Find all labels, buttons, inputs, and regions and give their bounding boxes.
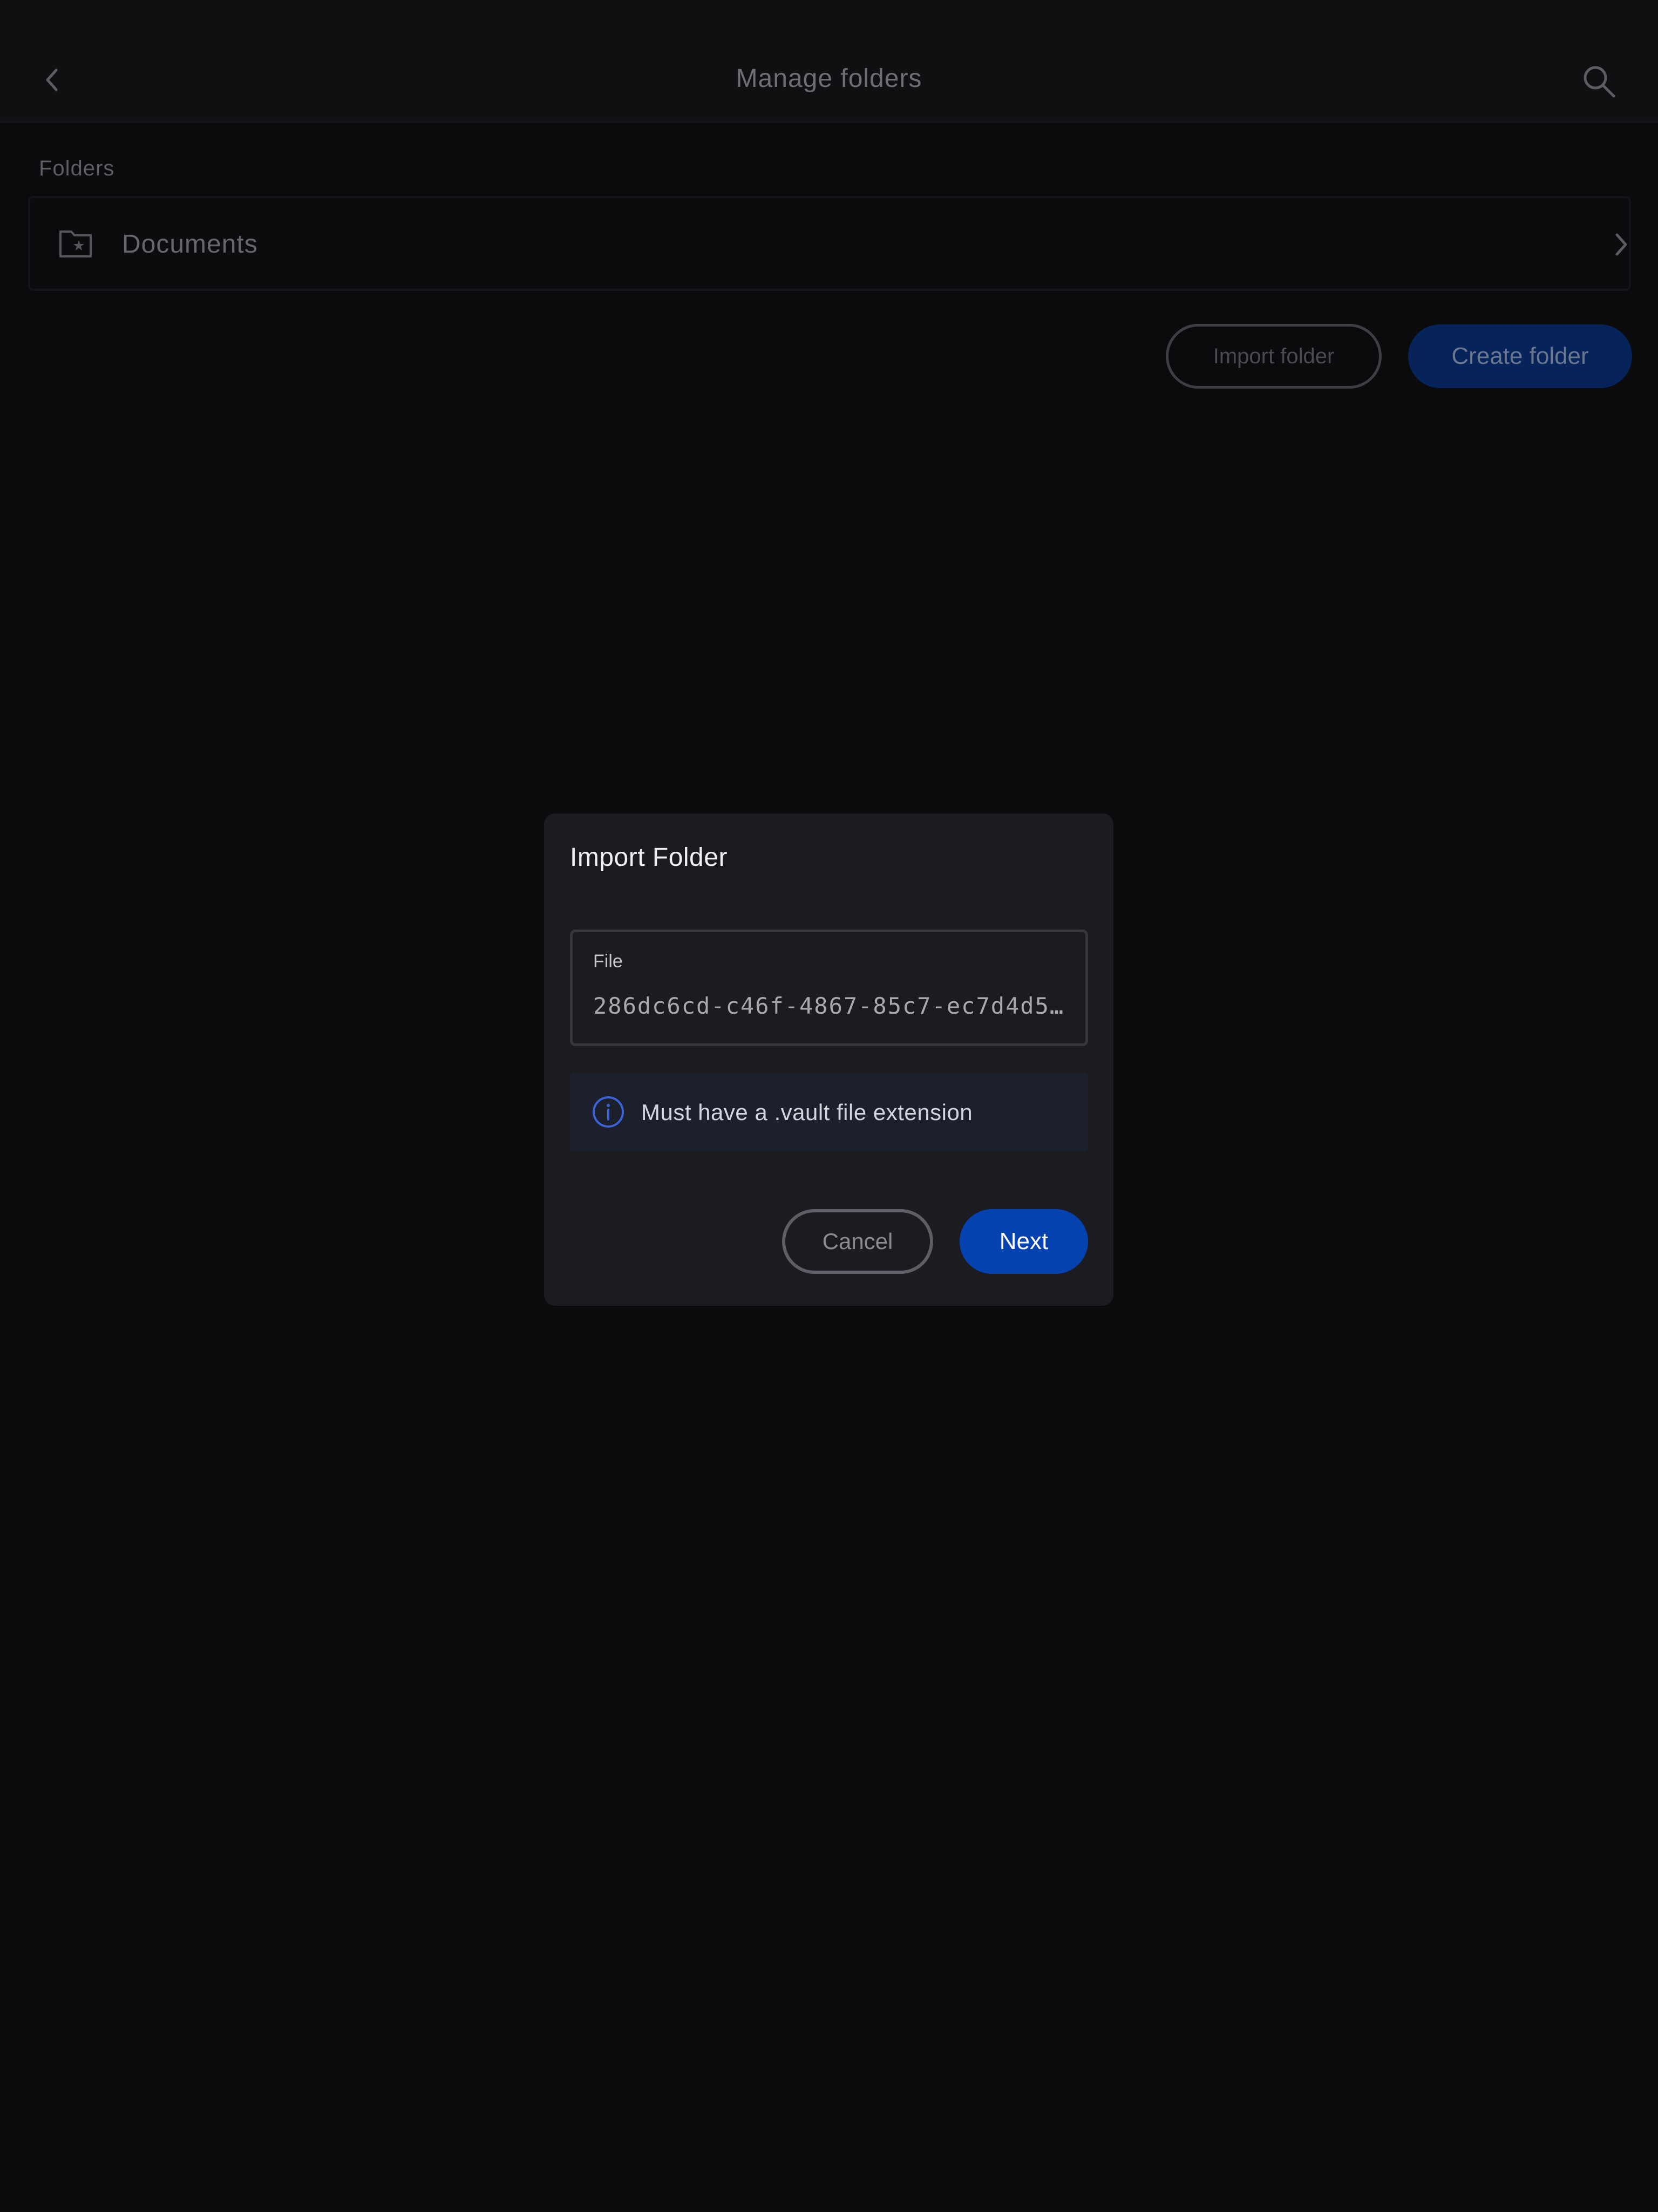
file-field-value: 286dc6cd-c46f-4867-85c7-ec7d4d56… (593, 993, 1068, 1019)
chevron-right-icon (1615, 233, 1627, 256)
folder-star-icon (59, 230, 92, 257)
next-button[interactable]: Next (960, 1209, 1088, 1274)
create-folder-button[interactable]: Create folder (1408, 324, 1632, 388)
app-root: Manage folders Folders Documents Import … (0, 0, 1658, 2212)
file-picker-field[interactable]: File 286dc6cd-c46f-4867-85c7-ec7d4d56… (570, 929, 1088, 1046)
file-field-label: File (593, 951, 623, 972)
dialog-title: Import Folder (570, 843, 728, 872)
import-folder-button[interactable]: Import folder (1166, 324, 1382, 389)
info-text: Must have a .vault file extension (641, 1100, 973, 1125)
page-title: Manage folders (736, 64, 922, 93)
folder-item-documents[interactable]: Documents (28, 196, 1631, 291)
info-icon (593, 1096, 624, 1128)
cancel-button[interactable]: Cancel (782, 1209, 933, 1274)
top-app-bar: Manage folders (0, 0, 1658, 123)
search-icon[interactable] (1580, 63, 1618, 100)
folders-section-label: Folders (39, 157, 115, 180)
info-callout: Must have a .vault file extension (570, 1073, 1088, 1151)
folder-name: Documents (122, 230, 258, 259)
import-folder-dialog: Import Folder File 286dc6cd-c46f-4867-85… (544, 813, 1113, 1306)
